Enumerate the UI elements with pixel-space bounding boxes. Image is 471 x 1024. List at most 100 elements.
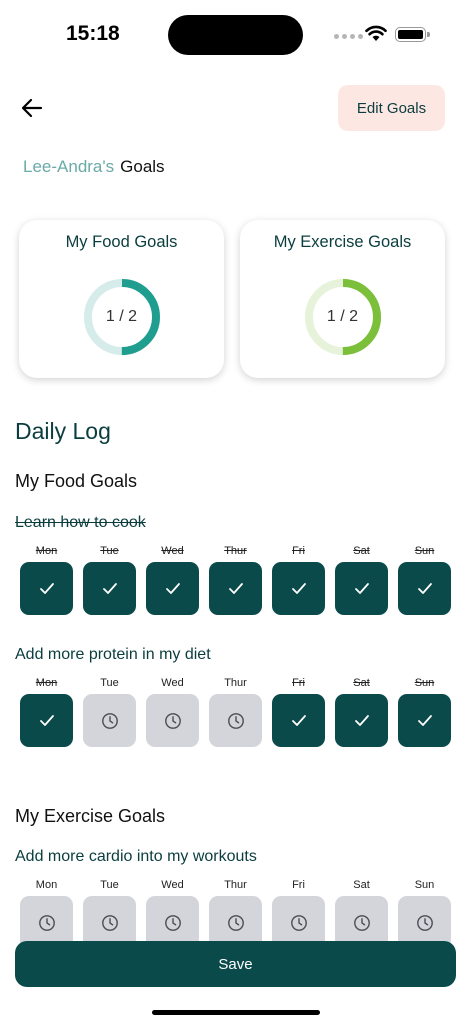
owner-name: Lee-Andra's: [23, 157, 115, 176]
daily-log-title: Daily Log: [15, 418, 111, 444]
day-column-fri: Fri: [272, 877, 325, 949]
day-label: Fri: [292, 545, 305, 557]
day-toggle-sat[interactable]: [335, 562, 388, 615]
food-goals-progress-ring: 1 / 2: [82, 277, 162, 357]
exercise-goals-card[interactable]: My Exercise Goals 1 / 2: [240, 220, 445, 378]
clock-icon: [101, 914, 119, 932]
day-toggle-sun[interactable]: [398, 562, 451, 615]
day-label: Mon: [35, 545, 58, 557]
exercise-goals-section-title: My Exercise Goals: [15, 806, 166, 826]
check-icon: [102, 582, 118, 595]
exercise-goals-progress-label: 1 / 2: [326, 308, 359, 325]
food-goals-card-title: My Food Goals: [65, 233, 178, 251]
home-indicator: [152, 1010, 320, 1015]
clock-icon: [227, 914, 245, 932]
check-icon: [228, 582, 244, 595]
check-icon: [291, 582, 307, 595]
check-icon: [291, 714, 307, 727]
day-toggle-thur[interactable]: [209, 562, 262, 615]
clock-icon: [290, 914, 308, 932]
day-column-mon: Mon: [20, 543, 73, 615]
day-toggle-wed[interactable]: [146, 562, 199, 615]
day-column-wed: Wed: [146, 675, 199, 747]
day-column-fri: Fri: [272, 543, 325, 615]
goal-title: Add more protein in my diet: [15, 646, 211, 663]
day-label: Mon: [35, 879, 58, 891]
day-column-tue: Tue: [83, 675, 136, 747]
day-column-fri: Fri: [272, 675, 325, 747]
day-label: Tue: [100, 677, 119, 689]
clock-icon: [164, 712, 182, 730]
battery-icon: [395, 27, 430, 42]
status-time: 15:18: [66, 22, 120, 45]
day-label: Sat: [353, 545, 370, 557]
day-toggle-wed[interactable]: [146, 694, 199, 747]
clock-icon: [164, 914, 182, 932]
day-label: Sun: [414, 545, 435, 557]
clock-icon: [416, 914, 434, 932]
day-label: Sat: [353, 677, 370, 689]
day-column-tue: Tue: [83, 543, 136, 615]
exercise-goals-card-title: My Exercise Goals: [273, 233, 412, 251]
clock-icon: [227, 712, 245, 730]
check-icon: [417, 582, 433, 595]
day-column-tue: Tue: [83, 877, 136, 949]
day-toggle-sun[interactable]: [398, 694, 451, 747]
goal-title: Learn how to cook: [15, 514, 146, 531]
day-label: Wed: [161, 879, 184, 891]
cellular-signal-icon: [334, 34, 363, 39]
check-icon: [417, 714, 433, 727]
clock-icon: [101, 712, 119, 730]
day-label: Thur: [224, 677, 247, 689]
day-toggle-tue[interactable]: [83, 694, 136, 747]
day-toggle-tue[interactable]: [83, 562, 136, 615]
day-label: Fri: [292, 879, 305, 891]
day-label: Tue: [100, 545, 119, 557]
food-goals-card[interactable]: My Food Goals 1 / 2: [19, 220, 224, 378]
day-toggle-mon[interactable]: [20, 694, 73, 747]
day-label: Sat: [353, 879, 370, 891]
day-column-sun: Sun: [398, 877, 451, 949]
clock-icon: [353, 914, 371, 932]
day-toggle-mon[interactable]: [20, 562, 73, 615]
day-label: Sun: [414, 879, 435, 891]
day-column-sun: Sun: [398, 543, 451, 615]
save-button[interactable]: Save: [15, 941, 456, 987]
goal-day-row: Mon Tue Wed Thur Fri Sat Sun: [20, 675, 451, 747]
check-icon: [354, 714, 370, 727]
day-column-mon: Mon: [20, 877, 73, 949]
day-label: Thur: [224, 879, 247, 891]
day-column-thur: Thur: [209, 877, 262, 949]
check-icon: [165, 582, 181, 595]
day-column-sun: Sun: [398, 675, 451, 747]
day-label: Thur: [224, 545, 247, 557]
day-toggle-sat[interactable]: [335, 694, 388, 747]
day-column-sat: Sat: [335, 675, 388, 747]
check-icon: [39, 714, 55, 727]
day-label: Wed: [161, 677, 184, 689]
day-label: Sun: [414, 677, 435, 689]
food-goals-progress-label: 1 / 2: [105, 308, 138, 325]
status-bar: 15:18: [0, 0, 471, 70]
day-column-thur: Thur: [209, 675, 262, 747]
day-column-thur: Thur: [209, 543, 262, 615]
goal-day-row: Mon Tue Wed Thur Fri Sat Sun: [20, 877, 451, 949]
day-column-mon: Mon: [20, 675, 73, 747]
back-button[interactable]: [18, 94, 46, 122]
page-title: Lee-Andra's Goals: [23, 157, 165, 177]
day-column-sat: Sat: [335, 877, 388, 949]
page-title-suffix: Goals: [120, 157, 165, 176]
day-toggle-fri[interactable]: [272, 694, 325, 747]
day-toggle-thur[interactable]: [209, 694, 262, 747]
day-column-sat: Sat: [335, 543, 388, 615]
day-toggle-fri[interactable]: [272, 562, 325, 615]
day-column-wed: Wed: [146, 543, 199, 615]
clock-icon: [38, 914, 56, 932]
day-label: Wed: [161, 545, 184, 557]
goal-day-row: Mon Tue Wed Thur Fri Sat Sun: [20, 543, 451, 615]
edit-goals-button[interactable]: Edit Goals: [338, 85, 445, 131]
wifi-icon: [365, 25, 387, 41]
exercise-goals-progress-ring: 1 / 2: [303, 277, 383, 357]
day-label: Tue: [100, 879, 119, 891]
dynamic-island: [168, 15, 303, 55]
